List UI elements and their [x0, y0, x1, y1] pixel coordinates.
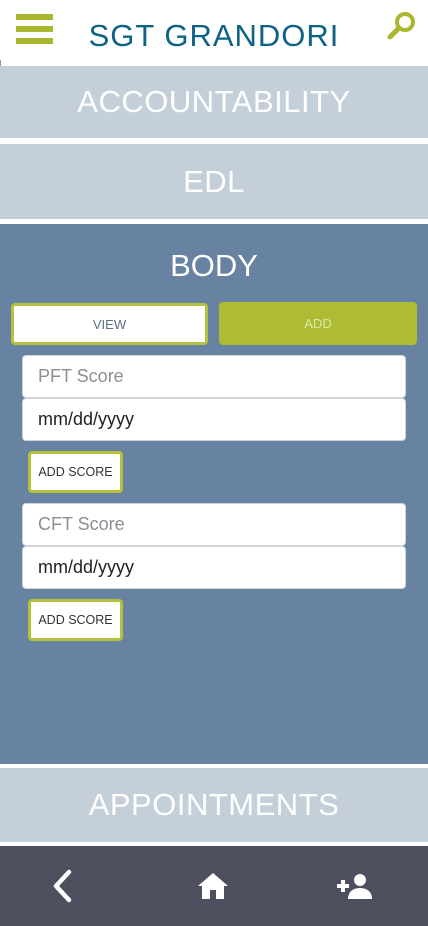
- pft-date-input[interactable]: mm/dd/yyyy: [22, 398, 406, 441]
- back-button[interactable]: [42, 868, 82, 904]
- search-icon[interactable]: [386, 10, 418, 42]
- add-pft-score-button[interactable]: ADD SCORE: [28, 451, 123, 493]
- page-title: SGT GRANDORI: [88, 18, 340, 53]
- section-body-title[interactable]: BODY: [0, 248, 428, 284]
- view-button[interactable]: VIEW: [11, 303, 208, 345]
- section-accountability[interactable]: ACCOUNTABILITY: [0, 66, 428, 138]
- add-person-button[interactable]: [336, 868, 376, 904]
- cft-score-input[interactable]: CFT Score: [22, 503, 406, 546]
- add-cft-score-button[interactable]: ADD SCORE: [28, 599, 123, 641]
- bottom-nav-bar: [0, 846, 428, 926]
- app-header: SGT GRANDORI: [0, 0, 428, 69]
- section-appointments[interactable]: APPOINTMENTS: [0, 768, 428, 842]
- cft-date-input[interactable]: mm/dd/yyyy: [22, 546, 406, 589]
- section-body-panel: BODY VIEW ADD PFT Score mm/dd/yyyy ADD S…: [0, 224, 428, 764]
- add-person-icon: [337, 874, 372, 899]
- pft-score-input[interactable]: PFT Score: [22, 355, 406, 398]
- section-edl[interactable]: EDL: [0, 144, 428, 219]
- add-button[interactable]: ADD: [219, 302, 417, 345]
- back-icon: [53, 869, 72, 903]
- home-button[interactable]: [193, 868, 233, 904]
- home-icon: [198, 873, 228, 899]
